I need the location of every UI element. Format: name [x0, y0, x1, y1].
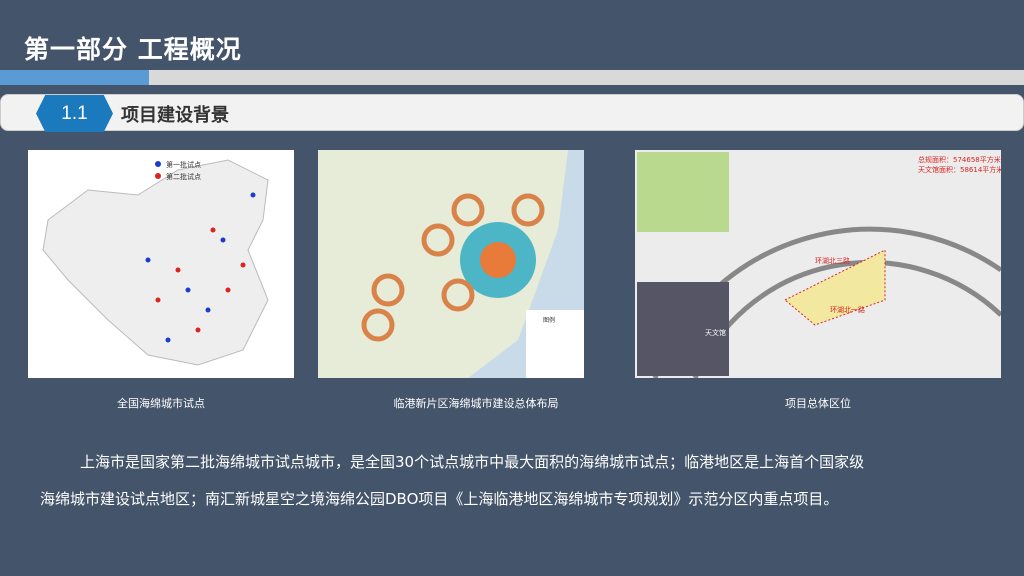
section-title: 项目建设背景: [121, 105, 229, 126]
progress-bar-accent: [0, 70, 149, 85]
label-planetarium-area: 天文馆面积：58614平方米: [918, 165, 1001, 174]
page-title: 第一部分 工程概况: [24, 35, 242, 64]
legend-first-batch: 第一批试点: [166, 160, 201, 169]
paragraph-line-1: 上海市是国家第二批海绵城市试点城市，是全国30个试点城市中最大面积的海绵城市试点…: [80, 453, 865, 471]
progress-bar-track: [149, 70, 1024, 85]
caption-project-location: 项目总体区位: [785, 397, 851, 410]
label-planetarium: 天文馆: [705, 328, 726, 337]
label-road-north1: 环湖北一路: [830, 305, 865, 314]
china-map-image: 第一批试点 第二批试点: [28, 150, 294, 378]
caption-lingang-layout: 临港新片区海绵城市建设总体布局: [393, 397, 559, 410]
label-total-area: 总规面积：574658平方米: [918, 155, 1001, 164]
caption-china-map: 全国海绵城市试点: [117, 397, 205, 410]
legend-title: 图例: [543, 316, 555, 324]
legend-second-batch: 第二批试点: [166, 172, 201, 181]
lingang-layout-image: 图例: [318, 150, 584, 378]
paragraph-line-2: 海绵城市建设试点地区；南汇新城星空之境海绵公园DBO项目《上海临港地区海绵城市专…: [40, 490, 839, 508]
section-number-badge: 1.1: [36, 95, 113, 132]
section-header: 1.1 项目建设背景: [0, 94, 1024, 132]
label-road-north3: 环湖北三路: [815, 256, 850, 265]
project-location-image: 总规面积：574658平方米 天文馆面积：58614平方米 环湖北三路 环湖北一…: [635, 150, 1001, 378]
